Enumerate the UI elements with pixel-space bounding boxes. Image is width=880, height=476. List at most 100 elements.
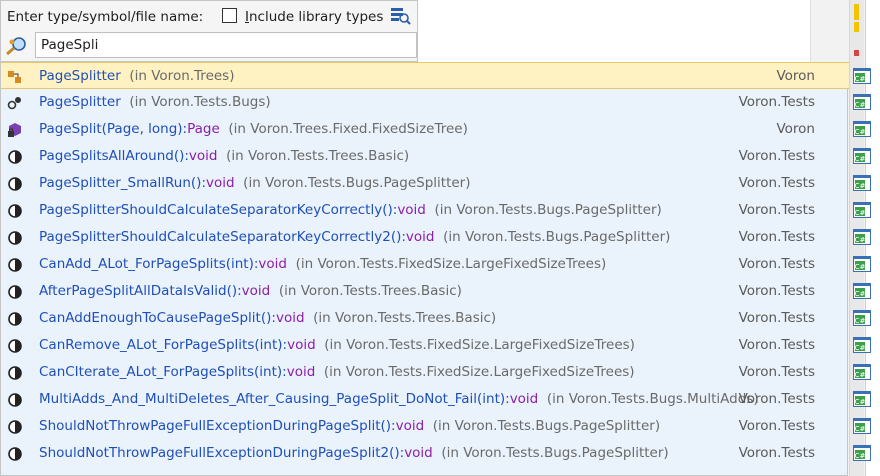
result-name-match: Page	[150, 445, 183, 461]
result-name: ter	[101, 94, 121, 110]
search-input[interactable]	[35, 32, 417, 58]
result-name-match: PageSplit	[39, 94, 102, 110]
result-location: (in Voron.Tests.FixedSize.LargeFixedSize…	[295, 256, 607, 272]
result-location: (in Voron.Tests.Bugs.PageSplitter)	[434, 202, 662, 218]
include-library-types-label[interactable]: Include library types	[245, 9, 383, 25]
svg-text:C#: C#	[855, 425, 866, 433]
include-library-types-checkbox[interactable]	[222, 8, 237, 23]
result-text: ShouldNotThrowPageFullExceptionDuringPag…	[39, 445, 669, 461]
result-name: s	[218, 256, 226, 272]
result-row[interactable]: CanCIterate_ALot_ForPageSplits(int):void…	[1, 359, 871, 386]
result-location: (in Voron.Tests.FixedSize.LargeFixedSize…	[324, 337, 635, 353]
svg-text:C#: C#	[855, 290, 866, 298]
csharp-project-icon: C#	[852, 147, 872, 165]
csharp-project-icon: C#	[852, 201, 872, 219]
result-name: ter	[101, 68, 121, 84]
method-icon	[7, 446, 23, 462]
result-row[interactable]: PageSplitterShouldCalculateSeparatorKeyC…	[1, 197, 871, 224]
csharp-project-icon: C#	[852, 363, 872, 381]
result-row[interactable]: PageSplitterShouldCalculateSeparatorKeyC…	[1, 224, 871, 251]
result-name: ShouldNotThrow	[39, 445, 151, 461]
result-signature: ():	[226, 283, 242, 299]
result-location: (in Voron.Tests.Bugs.PageSplitter)	[243, 175, 471, 191]
result-location: (in Voron.Trees.Fixed.FixedSizeTree)	[228, 121, 468, 137]
type-icon	[7, 69, 23, 85]
svg-text:C#: C#	[855, 75, 866, 83]
result-name-match: PageSplit	[39, 202, 102, 218]
result-name-match: PageSplit	[184, 337, 248, 353]
result-row[interactable]: MultiAdds_And_MultiDeletes_After_Causing…	[1, 386, 871, 413]
method-icon	[7, 230, 23, 246]
result-name-match: PageSplit	[39, 148, 102, 164]
result-project: Voron.Tests	[738, 418, 815, 434]
result-name: FullExceptionDuring	[182, 418, 318, 434]
result-project: Voron.Tests	[738, 391, 815, 407]
result-text: PageSplitterShouldCalculateSeparatorKeyC…	[39, 229, 670, 245]
result-name: terShouldCalculateSeparatorKeyCorrectly	[101, 202, 383, 218]
result-text: PageSplit(Page, long):Page (in Voron.Tre…	[39, 121, 468, 137]
result-signature: (int):	[254, 337, 288, 353]
result-return-type: void	[241, 283, 271, 299]
result-location: (in Voron.Trees)	[129, 68, 235, 84]
result-row[interactable]: PageSplitter (in Voron.Trees) Voron C#	[1, 62, 871, 89]
result-location: (in Voron.Tests.Bugs.PageSplitter)	[443, 229, 671, 245]
result-project: Voron.Tests	[738, 229, 815, 245]
result-text: CanAdd_ALot_ForPageSplits(int):void (in …	[39, 256, 606, 272]
result-name: After	[39, 283, 72, 299]
result-row[interactable]: AfterPageSplitAllDataIsValid():void (in …	[1, 278, 871, 305]
result-row[interactable]: CanAdd_ALot_ForPageSplits(int):void (in …	[1, 251, 871, 278]
result-row[interactable]: ShouldNotThrowPageFullExceptionDuringPag…	[1, 413, 871, 440]
result-signature: ():	[380, 418, 396, 434]
result-location: (in Voron.Tests.Trees.Basic)	[313, 310, 497, 326]
csharp-project-icon: C#	[852, 336, 872, 354]
result-signature: ():	[260, 310, 276, 326]
goto-search-panel: Enter type/symbol/file name: Include lib…	[0, 0, 418, 62]
result-location: (in Voron.Tests.Bugs)	[129, 94, 271, 110]
csharp-project-icon: C#	[852, 309, 872, 327]
svg-text:C#: C#	[855, 452, 866, 460]
result-row[interactable]: PageSplitsAllAround():void (in Voron.Tes…	[1, 143, 871, 170]
result-return-type: void	[395, 418, 425, 434]
result-name-match: PageSplit	[198, 310, 261, 326]
result-row[interactable]: PageSplitter (in Voron.Tests.Bugs) Voron.…	[1, 89, 871, 116]
result-location: (in Voron.Tests.Trees.Basic)	[226, 148, 410, 164]
result-signature: (Page, long):	[101, 121, 188, 137]
svg-text:C#: C#	[855, 155, 866, 163]
result-text: PageSplitter (in Voron.Trees)	[39, 68, 234, 84]
result-signature: ():	[382, 202, 398, 218]
result-name: _DoNot_Fail	[398, 391, 477, 407]
result-name: FullExceptionDuring	[182, 445, 318, 461]
result-text: MultiAdds_And_MultiDeletes_After_Causing…	[39, 391, 759, 407]
result-row[interactable]: CanAddEnoughToCausePageSplit():void (in …	[1, 305, 871, 332]
results-list[interactable]: PageSplitter (in Voron.Trees) Voron C# Page…	[0, 62, 871, 476]
result-name: CanAddEnoughToCause	[39, 310, 199, 326]
result-location: (in Voron.Tests.Bugs.PageSplitter)	[432, 418, 661, 434]
method-icon	[7, 392, 23, 408]
svg-text:C#: C#	[855, 371, 866, 379]
filter-icon[interactable]	[389, 6, 411, 26]
svg-text:C#: C#	[855, 398, 866, 406]
result-text: AfterPageSplitAllDataIsValid():void (in …	[39, 283, 462, 299]
result-name: terShouldCalculateSeparatorKeyCorrectly2	[101, 229, 391, 245]
svg-text:C#: C#	[855, 128, 866, 136]
result-return-type: void	[404, 445, 433, 461]
scrollbar-error-marker	[854, 50, 859, 56]
svg-text:C#: C#	[855, 209, 866, 217]
result-project: Voron.Tests	[738, 148, 815, 164]
result-row[interactable]: ShouldNotThrowPageFullExceptionDuringPag…	[1, 440, 871, 467]
result-name: CanRemove_ALot_For	[39, 337, 185, 353]
method-icon	[7, 338, 23, 354]
result-signature: ():	[389, 445, 405, 461]
result-signature: ():	[390, 229, 406, 245]
result-name: s	[246, 364, 255, 380]
method-icon	[7, 149, 23, 165]
result-row[interactable]: PageSplit(Page, long):Page (in Voron.Tre…	[1, 116, 871, 143]
result-row[interactable]: CanRemove_ALot_ForPageSplits(int):void (…	[1, 332, 871, 359]
method-icon	[7, 203, 23, 219]
result-project: Voron	[776, 68, 815, 84]
method-icon	[7, 365, 23, 381]
result-text: CanAddEnoughToCausePageSplit():void (in …	[39, 310, 496, 326]
result-text: CanCIterate_ALot_ForPageSplits(int):void…	[39, 364, 635, 380]
result-location: (in Voron.Tests.Trees.Basic)	[278, 283, 462, 299]
result-row[interactable]: PageSplitter_SmallRun():void (in Voron.T…	[1, 170, 871, 197]
